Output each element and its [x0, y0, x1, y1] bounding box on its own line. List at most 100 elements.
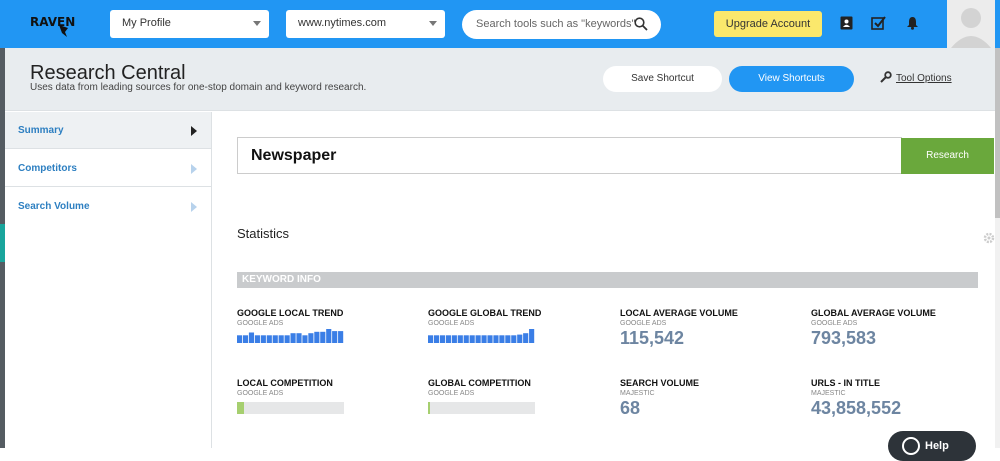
- local-average-volume-stat: LOCAL AVERAGE VOLUME GOOGLE ADS 115,542: [620, 308, 780, 349]
- stat-name: LOCAL COMPETITION: [237, 378, 333, 388]
- sidebar: Summary Competitors Search Volume: [5, 112, 212, 448]
- trend-bar: [505, 335, 511, 343]
- trend-bar: [278, 335, 284, 343]
- search-icon[interactable]: [634, 17, 648, 31]
- domain-select[interactable]: www.nytimes.com: [286, 10, 445, 38]
- stat-source: MAJESTIC: [620, 390, 655, 397]
- trend-bar: [314, 331, 320, 343]
- research-button[interactable]: Research: [901, 138, 994, 174]
- sidebar-item-search-volume[interactable]: Search Volume: [5, 188, 211, 225]
- contacts-icon[interactable]: [840, 16, 853, 30]
- save-shortcut-button[interactable]: Save Shortcut: [603, 66, 722, 92]
- page-subtitle: Uses data from leading sources for one-s…: [30, 82, 367, 93]
- top-navigation-bar: RAVEN My Profile www.nytimes.com Search …: [0, 0, 1000, 48]
- help-icon: [902, 437, 920, 455]
- competition-fill: [237, 402, 245, 414]
- trend-bar: [308, 333, 314, 343]
- stat-name: GOOGLE LOCAL TREND: [237, 308, 344, 318]
- tool-options-link[interactable]: Tool Options: [880, 71, 952, 84]
- trend-bar: [302, 335, 308, 343]
- gear-icon[interactable]: [983, 232, 995, 244]
- google-local-trend-chart: [237, 329, 344, 343]
- raven-logo[interactable]: RAVEN: [30, 12, 75, 38]
- trend-bar: [260, 335, 266, 343]
- stat-name: GOOGLE GLOBAL TREND: [428, 308, 542, 318]
- trend-bar: [266, 335, 272, 343]
- chevron-down-icon: [429, 21, 437, 26]
- trend-bar: [237, 335, 243, 343]
- stat-source: GOOGLE ADS: [428, 390, 475, 397]
- stat-value: 68: [620, 398, 641, 418]
- trend-bar: [463, 335, 469, 343]
- google-local-trend-stat: GOOGLE LOCAL TREND GOOGLE ADS: [237, 308, 397, 327]
- stat-source: MAJESTIC: [811, 390, 846, 397]
- trend-bar: [469, 335, 475, 343]
- local-competition-bar: [237, 402, 344, 414]
- sidebar-item-label: Summary: [18, 125, 64, 136]
- google-global-trend-chart: [428, 329, 535, 343]
- wrench-icon: [880, 71, 892, 83]
- sidebar-item-summary[interactable]: Summary: [5, 112, 211, 149]
- trend-bar: [284, 335, 290, 343]
- trend-bar: [445, 335, 451, 343]
- global-average-volume-stat: GLOBAL AVERAGE VOLUME GOOGLE ADS 793,583: [811, 308, 971, 349]
- google-global-trend-stat: GOOGLE GLOBAL TREND GOOGLE ADS: [428, 308, 588, 327]
- help-button[interactable]: Help: [888, 431, 976, 461]
- help-label: Help: [925, 440, 949, 452]
- trend-bar: [296, 333, 302, 343]
- chevron-down-icon: [253, 21, 261, 26]
- search-placeholder: Search tools such as "keywords": [476, 18, 636, 30]
- tasks-icon[interactable]: [871, 16, 886, 30]
- keyword-input[interactable]: Newspaper: [237, 137, 902, 174]
- competition-fill: [428, 402, 431, 414]
- chevron-right-icon: [191, 202, 197, 212]
- global-competition-bar: [428, 402, 535, 414]
- global-competition-stat: GLOBAL COMPETITION GOOGLE ADS: [428, 378, 588, 397]
- trend-bar: [433, 335, 440, 343]
- trend-bar: [320, 331, 326, 343]
- scrollbar-thumb[interactable]: [995, 48, 1000, 218]
- trend-bar: [523, 333, 529, 343]
- stat-value: 43,858,552: [811, 398, 902, 418]
- stat-source: GOOGLE ADS: [237, 390, 284, 397]
- trend-bar: [481, 335, 487, 343]
- trend-bar: [254, 335, 260, 343]
- tool-search-input[interactable]: Search tools such as "keywords": [462, 10, 661, 39]
- profile-select-value: My Profile: [122, 17, 171, 29]
- stat-name: SEARCH VOLUME: [620, 378, 700, 388]
- trend-bar: [451, 335, 457, 343]
- stat-source: GOOGLE ADS: [811, 320, 858, 327]
- chevron-right-icon: [191, 126, 197, 136]
- trend-bar: [457, 335, 463, 343]
- profile-select[interactable]: My Profile: [110, 10, 269, 38]
- trend-bar: [529, 329, 535, 343]
- trend-bar: [290, 333, 296, 343]
- stat-source: GOOGLE ADS: [237, 320, 284, 327]
- upgrade-account-button[interactable]: Upgrade Account: [714, 11, 822, 37]
- trend-bar: [332, 331, 338, 343]
- trend-bars: [237, 329, 344, 343]
- trend-bar: [511, 335, 517, 343]
- trend-bar: [493, 335, 499, 343]
- local-competition-stat: LOCAL COMPETITION GOOGLE ADS: [237, 378, 397, 397]
- trend-bar: [338, 331, 344, 343]
- sidebar-item-competitors[interactable]: Competitors: [5, 150, 211, 187]
- keyword-info-section-header: KEYWORD INFO: [237, 272, 978, 288]
- stat-source: GOOGLE ADS: [428, 320, 475, 327]
- trend-bars: [428, 329, 535, 343]
- trend-bar: [428, 335, 434, 343]
- trend-bar: [475, 335, 481, 343]
- trend-bar: [499, 335, 505, 343]
- trend-bar: [242, 335, 249, 343]
- sidebar-item-label: Competitors: [18, 163, 77, 174]
- notifications-icon[interactable]: [906, 16, 919, 30]
- tool-options-label: Tool Options: [896, 73, 952, 84]
- stat-name: URLS - IN TITLE: [811, 378, 880, 388]
- raven-bird-icon: [59, 25, 68, 37]
- view-shortcuts-button[interactable]: View Shortcuts: [729, 66, 854, 92]
- stat-value: 793,583: [811, 328, 877, 348]
- trend-bar: [517, 334, 523, 343]
- user-avatar[interactable]: [947, 0, 995, 48]
- stat-name: GLOBAL AVERAGE VOLUME: [811, 308, 936, 318]
- stat-name: GLOBAL COMPETITION: [428, 378, 531, 388]
